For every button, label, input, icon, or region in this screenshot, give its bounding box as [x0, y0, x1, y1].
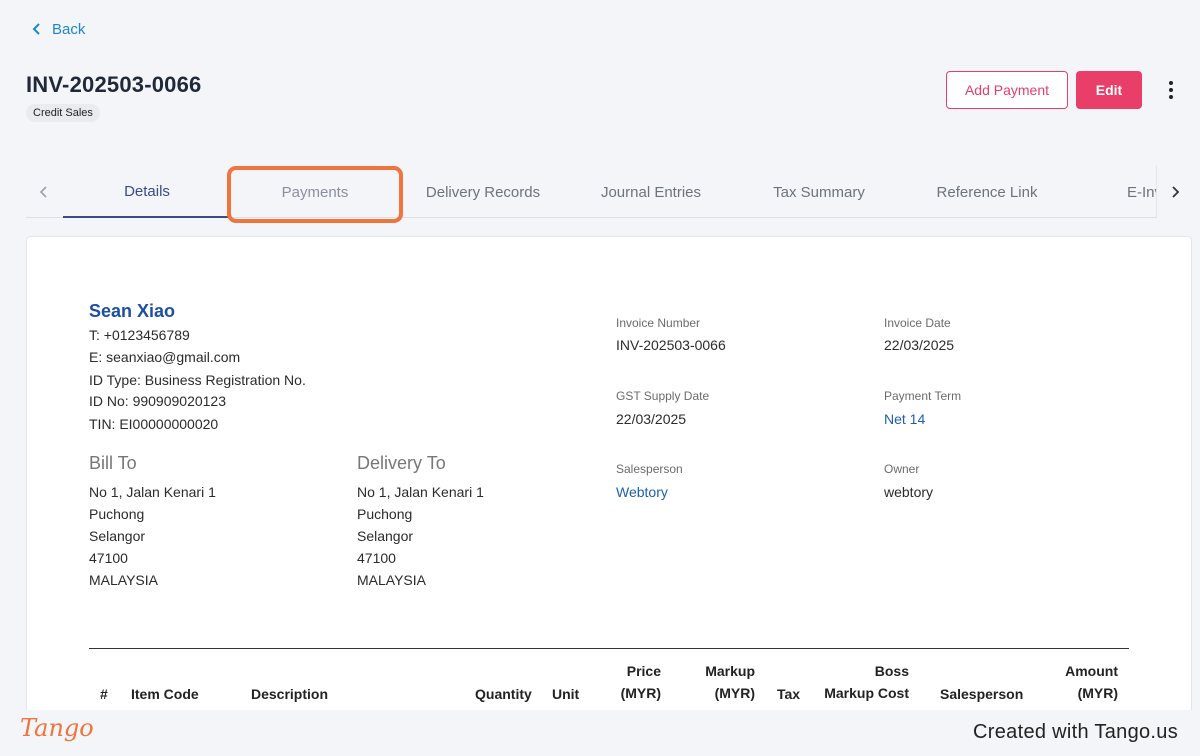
customer-phone: T: +0123456789: [89, 327, 190, 343]
column-header-item-code: Item Code: [131, 686, 199, 702]
owner-label: Owner: [884, 462, 920, 476]
payment-term-label: Payment Term: [884, 389, 962, 403]
tab-delivery-records[interactable]: Delivery Records: [399, 166, 567, 218]
bill-to-line: MALAYSIA: [89, 572, 158, 588]
delivery-to-line: No 1, Jalan Kenari 1: [357, 484, 484, 500]
customer-email: E: seanxiao@gmail.com: [89, 349, 241, 365]
column-header-number: #: [100, 686, 108, 702]
tab-tax-summary[interactable]: Tax Summary: [735, 166, 903, 218]
column-header-salesperson: Salesperson: [940, 686, 1024, 702]
column-header-amount: Amount (MYR): [1047, 660, 1118, 704]
tab-e-invoice[interactable]: E-Inv: [1071, 166, 1156, 218]
column-header-amount-line: Amount: [1065, 663, 1118, 679]
status-badge: Credit Sales: [26, 104, 100, 122]
column-header-boss-markup-cost: Boss Markup Cost: [817, 660, 909, 704]
tab-reference-link[interactable]: Reference Link: [903, 166, 1071, 218]
chevron-right-icon: [1171, 186, 1179, 198]
payment-term-link[interactable]: Net 14: [884, 411, 925, 427]
delivery-to-line: 47100: [357, 550, 396, 566]
bill-to-line: Puchong: [89, 506, 145, 522]
add-payment-button[interactable]: Add Payment: [946, 71, 1068, 109]
customer-tin: TIN: EI00000000020: [89, 416, 219, 432]
tango-logo: Tango: [20, 714, 94, 742]
invoice-number-value: INV-202503-0066: [616, 337, 726, 353]
tabs-scroll-left-button[interactable]: [26, 166, 62, 218]
gst-supply-date-value: 22/03/2025: [616, 411, 687, 427]
column-header-quantity: Quantity: [475, 686, 532, 702]
column-header-markup: Markup (MYR): [687, 660, 755, 704]
salesperson-link[interactable]: Webtory: [616, 484, 668, 500]
page-title: INV-202503-0066: [26, 72, 202, 97]
invoice-date-value: 22/03/2025: [884, 337, 955, 353]
salesperson-label: Salesperson: [616, 462, 683, 476]
tab-details[interactable]: Details: [63, 166, 231, 218]
customer-id-no: ID No: 990909020123: [89, 393, 226, 409]
gst-supply-date-label: GST Supply Date: [616, 389, 710, 403]
customer-id-type: ID Type: Business Registration No.: [89, 372, 306, 388]
back-link[interactable]: Back: [30, 18, 85, 40]
section-divider: [89, 648, 1129, 649]
chevron-left-icon: [39, 186, 47, 198]
app-frame: Back INV-202503-0066 Credit Sales Add Pa…: [0, 0, 1200, 710]
more-options-icon[interactable]: [1162, 78, 1180, 102]
tab-journal-entries[interactable]: Journal Entries: [567, 166, 735, 218]
bill-to-line: Selangor: [89, 528, 146, 544]
back-label: Back: [52, 20, 86, 38]
tango-footer: Tango Created with Tango.us: [0, 710, 1200, 756]
customer-name-link[interactable]: Sean Xiao: [89, 301, 175, 322]
column-header-tax: Tax: [777, 686, 801, 702]
column-header-price-unit: (MYR): [620, 685, 661, 701]
invoice-date-label: Invoice Date: [884, 316, 951, 330]
tabs-scroll-right-button[interactable]: [1156, 166, 1192, 218]
bill-to-line: No 1, Jalan Kenari 1: [89, 484, 216, 500]
edit-button[interactable]: Edit: [1076, 71, 1142, 109]
owner-value: webtory: [884, 484, 934, 500]
invoice-number-label: Invoice Number: [616, 316, 701, 330]
column-header-price-line: Price: [626, 663, 661, 679]
invoice-details-card: Sean Xiao T: +0123456789 E: seanxiao@gma…: [26, 236, 1192, 710]
chevron-left-icon: [32, 23, 40, 35]
delivery-to-line: Selangor: [357, 528, 414, 544]
column-header-markup-unit: (MYR): [714, 685, 755, 701]
tango-credit: Created with Tango.us: [973, 721, 1178, 743]
bill-to-line: 47100: [89, 550, 128, 566]
column-header-boss-cost: Markup Cost: [824, 685, 909, 701]
delivery-to-heading: Delivery To: [357, 453, 446, 473]
column-header-description: Description: [251, 686, 329, 702]
column-header-boss-line: Boss: [874, 663, 909, 679]
tab-bar: Details Payments Delivery Records Journa…: [26, 166, 1192, 218]
bill-to-heading: Bill To: [89, 453, 137, 473]
column-header-markup-line: Markup: [705, 663, 755, 679]
tab-payments[interactable]: Payments: [231, 166, 399, 218]
delivery-to-line: MALAYSIA: [357, 572, 426, 588]
column-header-amount-unit: (MYR): [1077, 685, 1118, 701]
column-header-unit: Unit: [552, 686, 580, 702]
delivery-to-line: Puchong: [357, 506, 413, 522]
column-header-price: Price (MYR): [601, 660, 661, 704]
